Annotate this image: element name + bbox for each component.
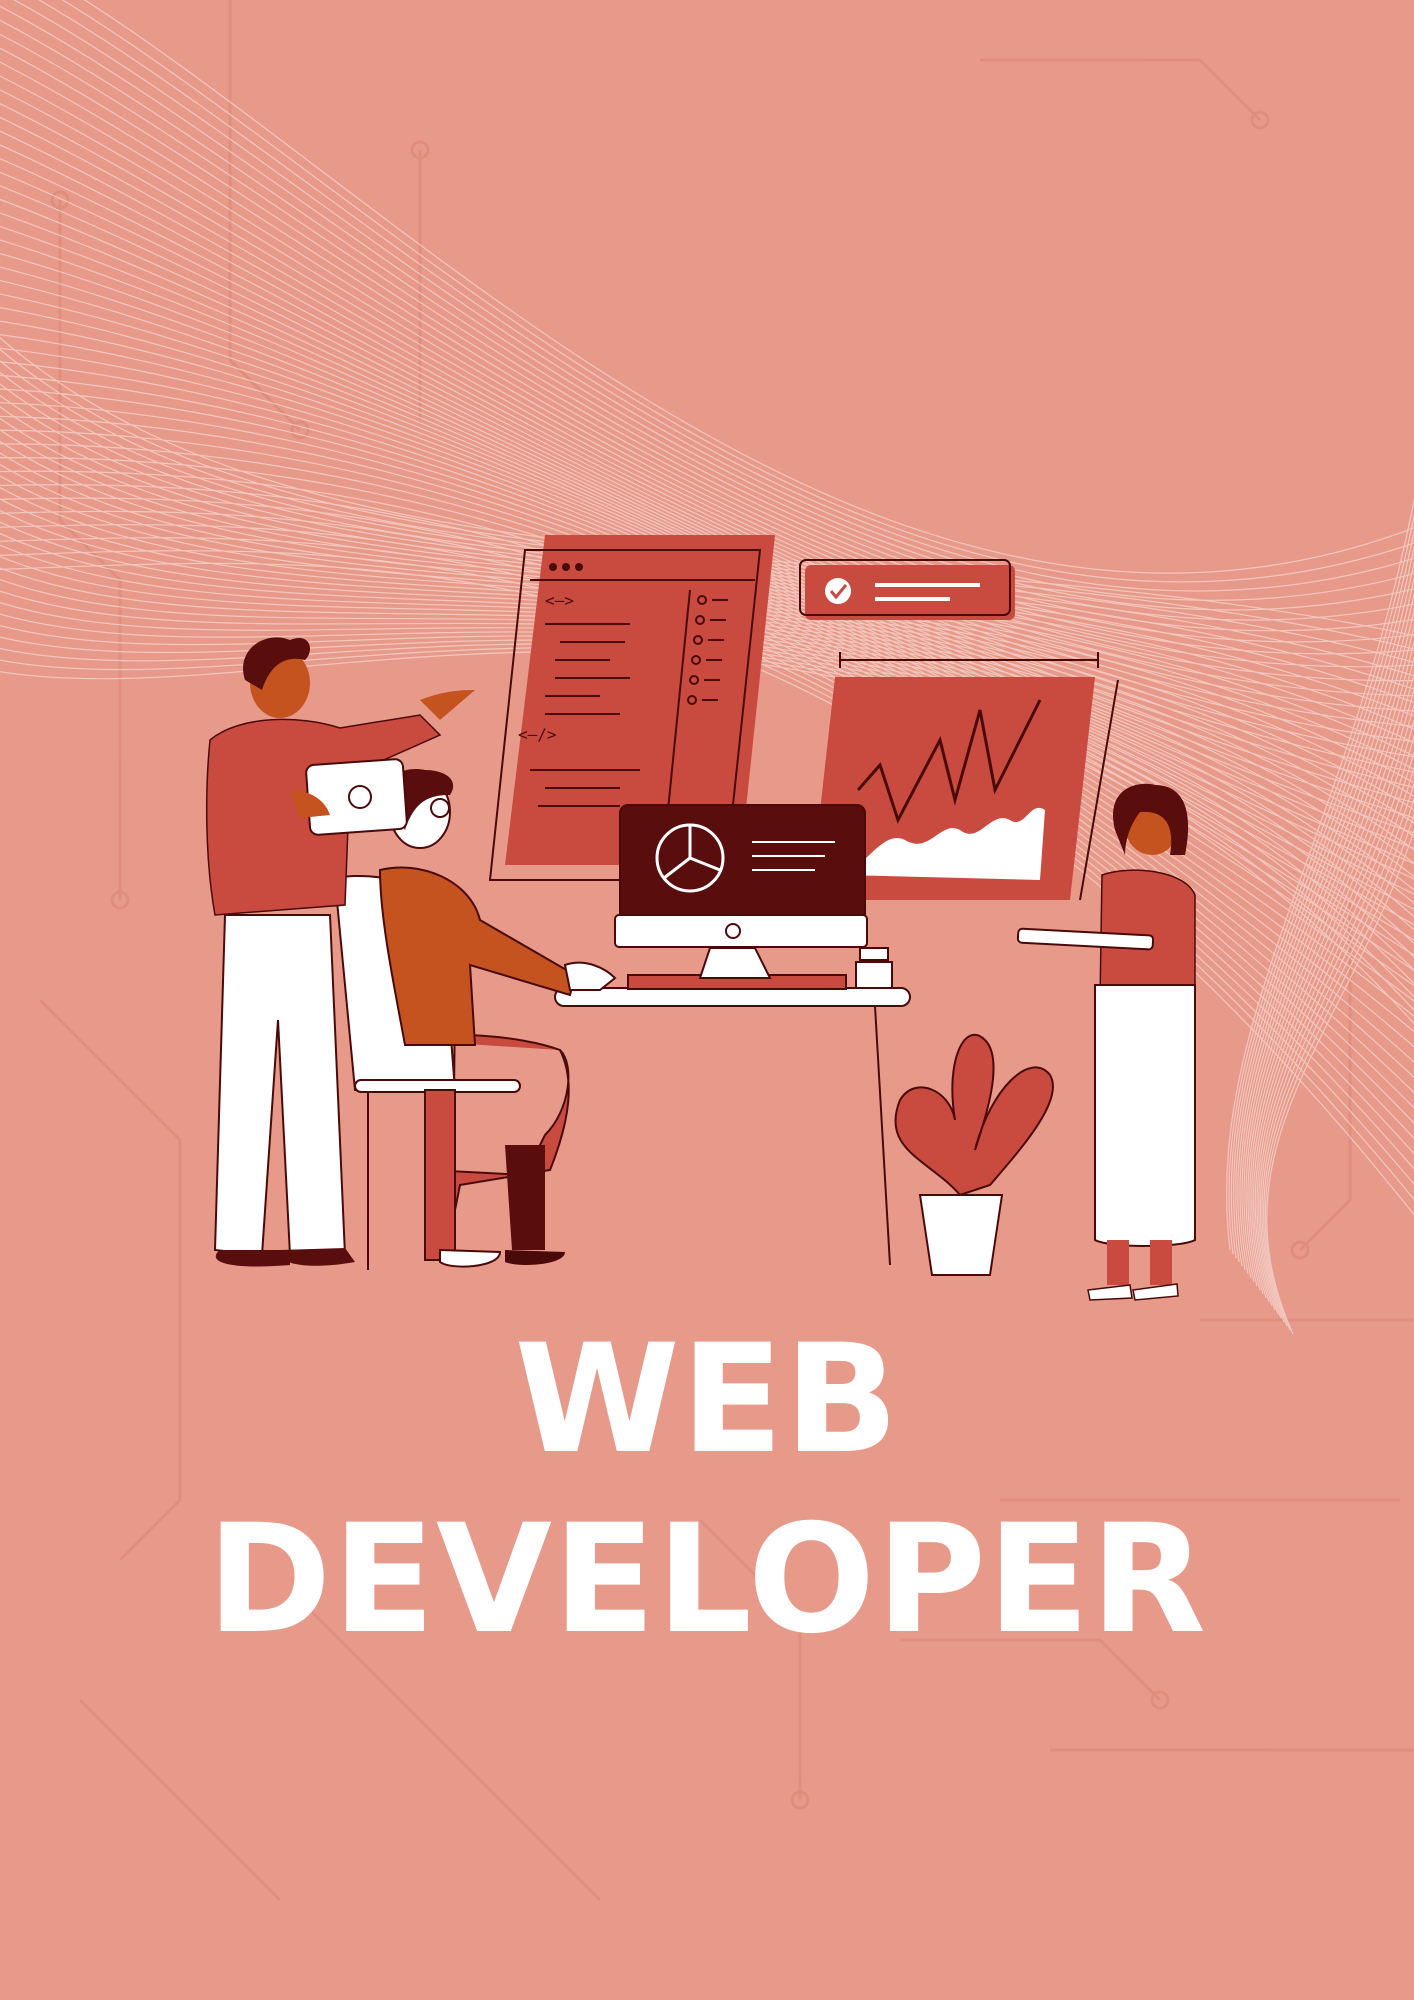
- web-team-illustration: <—> <—/>: [205, 535, 1196, 1301]
- title-web: WEB: [514, 1313, 900, 1487]
- coffee-cups: [855, 947, 893, 989]
- notification-card: [799, 559, 1015, 620]
- poster: <—> <—/> WEB DEVELOPER: [0, 0, 1414, 2000]
- potted-plant: [894, 1033, 1054, 1276]
- monitor: [614, 804, 868, 979]
- check-icon: [825, 578, 851, 604]
- code-tag-open: <—>: [545, 591, 574, 610]
- title-developer: DEVELOPER: [206, 1493, 1208, 1667]
- code-tag-close: <—/>: [518, 725, 557, 744]
